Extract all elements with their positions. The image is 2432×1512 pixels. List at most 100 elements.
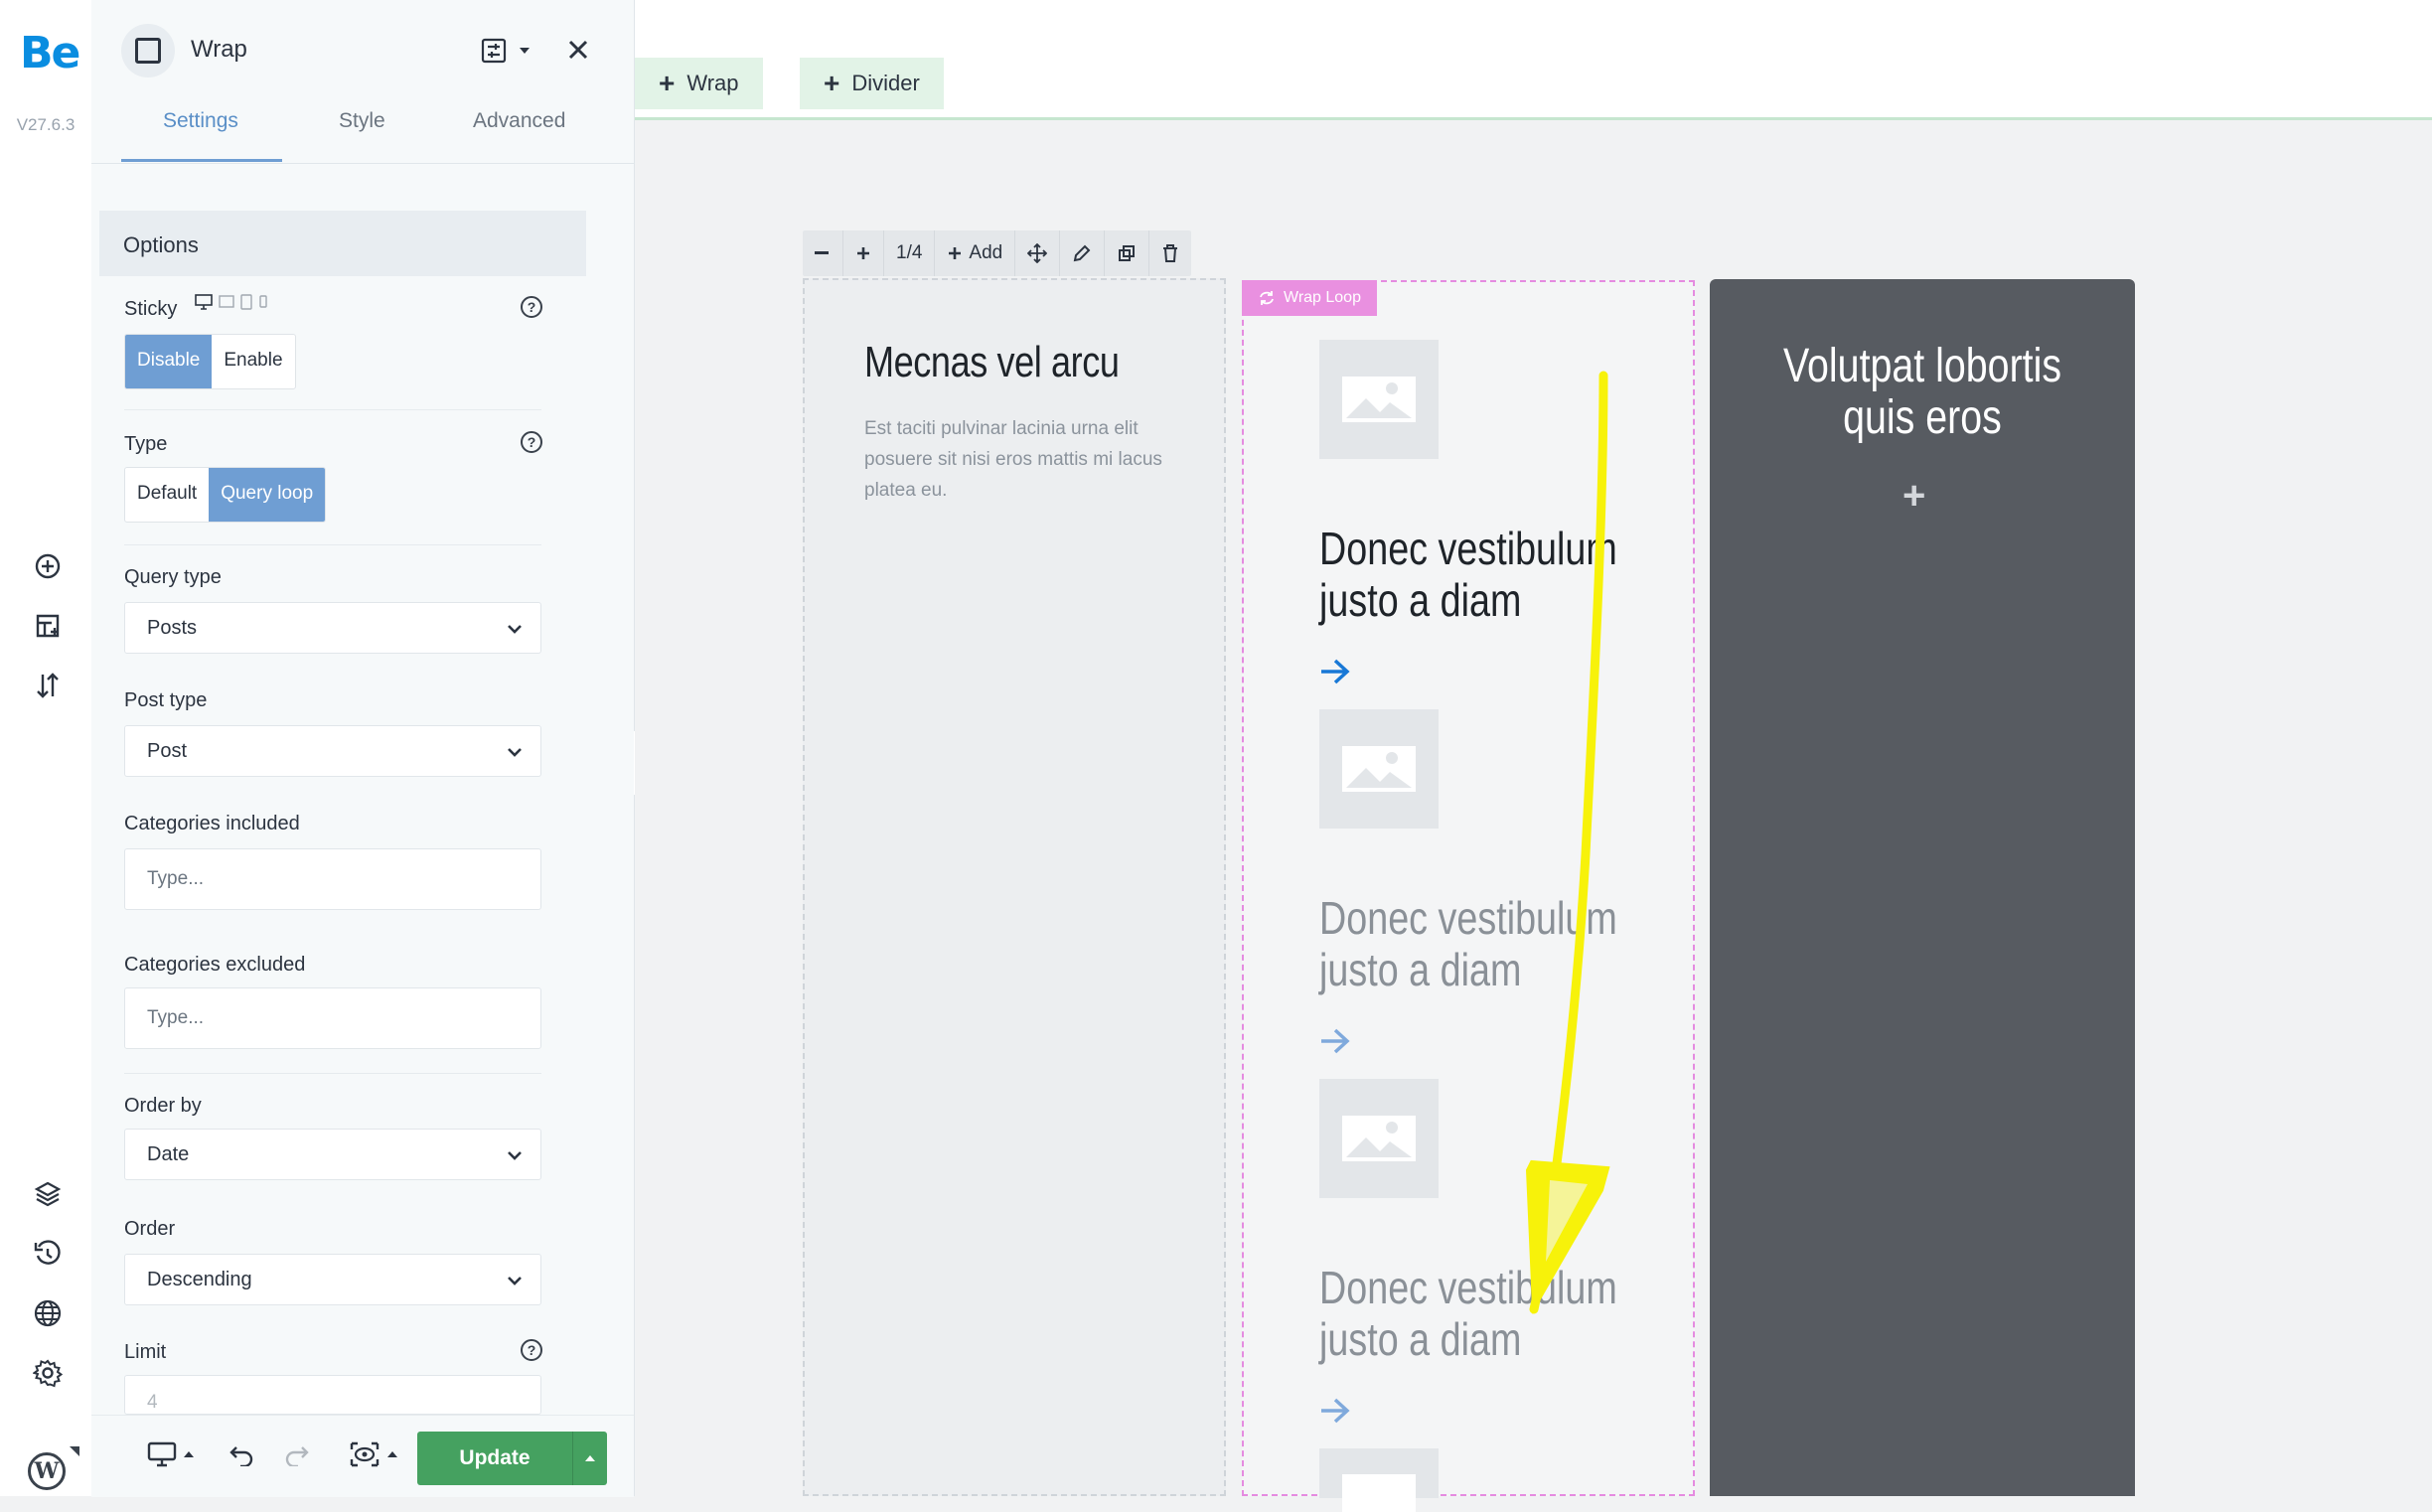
laptop-icon <box>219 295 234 308</box>
move-button[interactable] <box>1015 230 1061 276</box>
categories-included-label: Categories included <box>124 813 300 834</box>
sticky-enable-button[interactable]: Enable <box>212 335 294 388</box>
add-element-button[interactable]: Add <box>935 230 1016 276</box>
type-default-button[interactable]: Default <box>125 468 209 522</box>
categories-included-input[interactable]: Type... <box>124 848 541 910</box>
responsive-device-icons <box>195 294 268 310</box>
edit-button[interactable] <box>1060 230 1106 276</box>
eye-icon <box>350 1441 380 1467</box>
redo-button[interactable] <box>280 1437 314 1471</box>
divider <box>124 1073 541 1074</box>
desktop-icon <box>195 294 213 310</box>
limit-label: Limit <box>124 1341 167 1363</box>
tab-settings[interactable]: Settings <box>163 109 238 133</box>
chevron-down-icon <box>508 1277 522 1285</box>
history-icon[interactable] <box>28 1234 68 1274</box>
minus-icon <box>815 251 829 254</box>
tablet-icon <box>240 294 252 310</box>
add-section-bar: + Wrap + Divider <box>635 0 2432 120</box>
image-placeholder-icon <box>1342 746 1416 792</box>
settings-icon[interactable] <box>28 1353 68 1393</box>
sticky-label: Sticky <box>124 298 178 320</box>
wrap-column-1[interactable]: Mecnas vel arcu Est taciti pulvinar laci… <box>803 278 1226 1496</box>
image-placeholder-icon <box>1342 1474 1416 1512</box>
add-divider-button[interactable]: + Divider <box>800 58 944 109</box>
post-type-label: Post type <box>124 689 208 711</box>
limit-input[interactable]: 4 <box>124 1375 541 1415</box>
caret-up-icon <box>387 1451 397 1457</box>
type-toggle: Default Query loop <box>124 467 327 523</box>
loop-icon <box>1260 291 1274 305</box>
redo-icon <box>285 1446 309 1466</box>
order-by-select[interactable]: Date <box>124 1129 541 1180</box>
wrap-loop-column[interactable]: Donec vestibulum justo a diam Donec vesti… <box>1242 280 1695 1512</box>
duplicate-button[interactable] <box>1105 230 1150 276</box>
add-element-plus-icon[interactable]: + <box>1902 474 1925 519</box>
globe-icon[interactable] <box>28 1293 68 1333</box>
add-wrap-button[interactable]: + Wrap <box>635 58 763 109</box>
app-logo[interactable]: Be <box>20 28 80 78</box>
limit-help-icon[interactable]: ? <box>521 1339 542 1361</box>
divider <box>124 544 541 545</box>
tab-advanced[interactable]: Advanced <box>473 109 565 133</box>
close-icon <box>568 40 588 60</box>
type-query-loop-button[interactable]: Query loop <box>209 468 326 522</box>
update-options-button[interactable] <box>572 1432 607 1485</box>
chevron-down-icon <box>508 1151 522 1160</box>
post-title[interactable]: Donec vestibulum justo a diam <box>1319 1262 1617 1365</box>
presets-icon <box>481 38 507 64</box>
preview-button[interactable] <box>344 1437 403 1471</box>
post-title[interactable]: Donec vestibulum justo a diam <box>1319 523 1617 626</box>
sticky-help-icon[interactable]: ? <box>521 296 542 318</box>
close-button[interactable] <box>558 30 598 70</box>
image-placeholder-icon <box>1342 377 1416 422</box>
wrap-loop-badge[interactable]: Wrap Loop <box>1242 280 1377 316</box>
sort-icon[interactable] <box>28 666 68 705</box>
order-by-label: Order by <box>124 1095 202 1117</box>
query-type-select[interactable]: Posts <box>124 602 541 654</box>
post-title[interactable]: Donec vestibulum justo a diam <box>1319 892 1617 995</box>
increase-width-button[interactable] <box>843 230 884 276</box>
undo-icon <box>229 1446 253 1466</box>
plus-icon: + <box>824 68 840 98</box>
column-text: Est taciti pulvinar lacinia urna elit po… <box>864 418 1162 501</box>
arrow-right-icon <box>1321 1398 1350 1424</box>
undo-button[interactable] <box>225 1437 258 1471</box>
wordpress-icon[interactable]: W <box>28 1452 66 1490</box>
wrap-column-3[interactable]: Volutpat lobortis quis eros + <box>1710 279 2135 1496</box>
categories-excluded-label: Categories excluded <box>124 954 306 976</box>
caret-up-icon <box>184 1451 194 1457</box>
wrap-element-icon <box>121 24 175 77</box>
query-type-label: Query type <box>124 566 222 588</box>
panel-header: Wrap <box>91 0 634 99</box>
add-element-icon[interactable] <box>28 546 68 586</box>
panel-tabs: Settings Style Advanced <box>91 99 634 164</box>
update-button[interactable]: Update <box>417 1432 572 1485</box>
trash-icon <box>1163 244 1178 262</box>
categories-excluded-input[interactable]: Type... <box>124 987 541 1049</box>
caret-up-icon <box>585 1455 595 1461</box>
chevron-down-icon <box>508 748 522 757</box>
device-preview-button[interactable] <box>141 1437 201 1471</box>
add-template-icon[interactable] <box>28 606 68 646</box>
post-thumbnail <box>1319 709 1439 829</box>
tab-style[interactable]: Style <box>339 109 385 133</box>
order-select[interactable]: Descending <box>124 1254 541 1305</box>
options-section-header[interactable]: Options <box>99 211 586 276</box>
post-type-select[interactable]: Post <box>124 725 541 777</box>
column-heading: Mecnas vel arcu <box>864 338 1120 386</box>
plus-icon <box>857 247 869 259</box>
mobile-icon <box>259 295 267 308</box>
left-rail: Be V27.6.3 W <box>0 0 92 1496</box>
move-icon <box>1027 243 1048 263</box>
type-help-icon[interactable]: ? <box>521 431 542 453</box>
plus-icon <box>949 247 962 259</box>
decrease-width-button[interactable] <box>803 230 843 276</box>
layers-icon[interactable] <box>28 1174 68 1214</box>
presets-dropdown-button[interactable] <box>479 34 536 68</box>
image-placeholder-icon <box>1342 1116 1416 1161</box>
delete-button[interactable] <box>1149 230 1191 276</box>
sticky-disable-button[interactable]: Disable <box>125 335 213 388</box>
divider <box>124 409 541 410</box>
post-thumbnail <box>1319 1448 1439 1512</box>
